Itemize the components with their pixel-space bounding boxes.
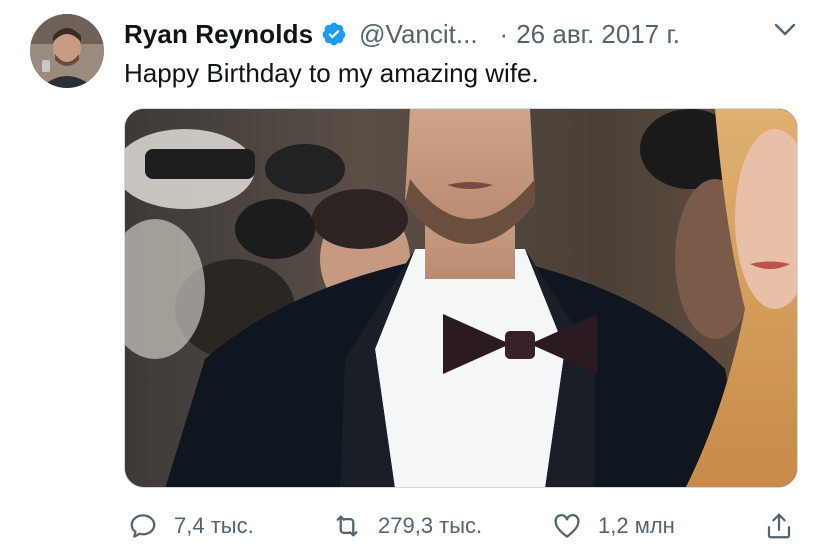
like-count: 1,2 млн: [598, 513, 675, 538]
tweet-header: Ryan Reynolds @Vancit... · 26 авг. 2017 …: [124, 16, 680, 52]
avatar-image: [30, 14, 104, 88]
reply-icon: [130, 514, 156, 538]
verified-badge-icon: [322, 22, 346, 46]
author-handle[interactable]: @Vancit...: [359, 19, 477, 50]
tweet-text: Happy Birthday to my amazing wife.: [124, 58, 539, 88]
tweet-date[interactable]: 26 авг. 2017 г.: [516, 19, 680, 50]
share-icon: [767, 513, 791, 539]
tweet: Ryan Reynolds @Vancit... · 26 авг. 2017 …: [0, 0, 828, 555]
reply-count: 7,4 тыс.: [174, 513, 254, 538]
author-name[interactable]: Ryan Reynolds: [124, 19, 313, 50]
heart-icon: [554, 513, 580, 538]
like-button[interactable]: 1,2 млн: [552, 506, 675, 546]
tweet-photo[interactable]: [124, 108, 798, 488]
photo-image: [125, 109, 797, 487]
share-button[interactable]: [764, 506, 794, 546]
tweet-actions: 7,4 тыс. 279,3 тыс. 1,2 млн: [124, 506, 804, 546]
author-avatar[interactable]: [30, 14, 104, 88]
reply-button[interactable]: 7,4 тыс.: [128, 506, 254, 546]
retweet-count: 279,3 тыс.: [378, 513, 483, 538]
retweet-icon: [336, 515, 358, 537]
separator-dot: ·: [499, 18, 509, 49]
chevron-down-icon[interactable]: [772, 20, 798, 40]
retweet-button[interactable]: 279,3 тыс.: [332, 506, 482, 546]
